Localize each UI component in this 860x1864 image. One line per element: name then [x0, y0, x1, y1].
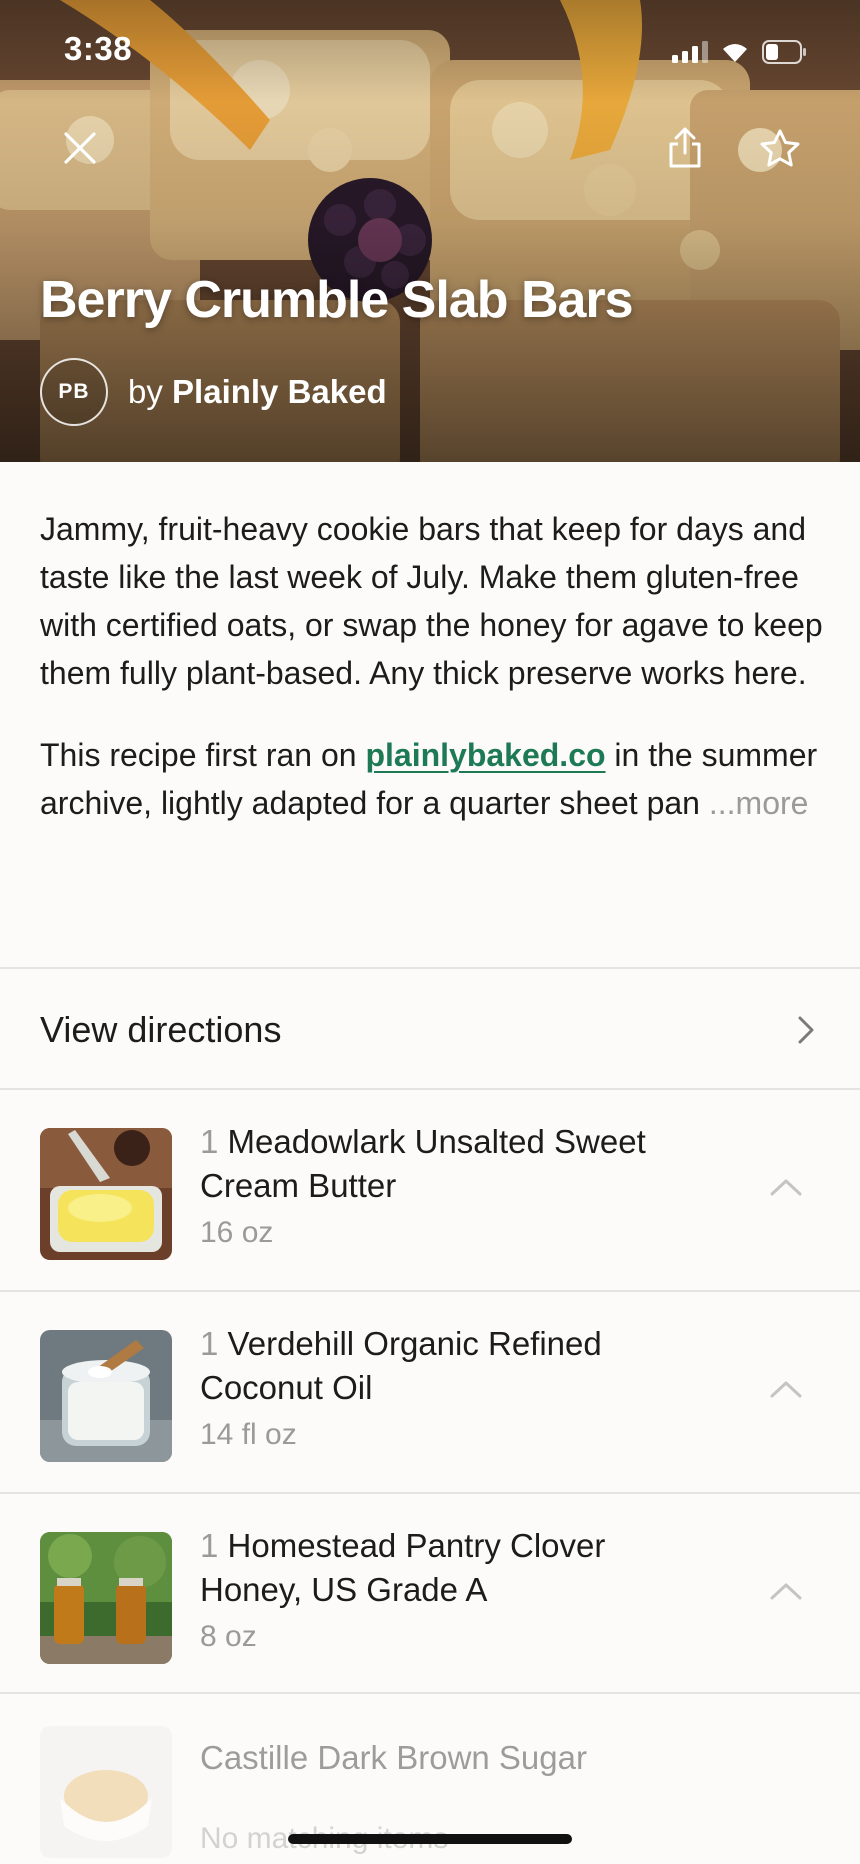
ingredient-size: 14 fl oz [200, 1418, 297, 1451]
cellular-signal-icon [672, 41, 708, 63]
ingredient-quantity: 1 [200, 1123, 219, 1160]
favorite-button[interactable] [750, 118, 810, 178]
ingredient-name: 1 Verdehill Organic Refined Coconut Oil [200, 1322, 700, 1410]
ingredient-name: 1 Homestead Pantry Clover Honey, US Grad… [200, 1524, 700, 1612]
close-button[interactable] [50, 118, 110, 178]
close-icon [64, 132, 96, 164]
chevron-up-icon[interactable] [768, 1372, 804, 1408]
view-directions-label: View directions [40, 1009, 282, 1050]
recipe-description: Jammy, fruit-heavy cookie bars that keep… [40, 505, 830, 827]
recipe-screen: 3:38 Berry Crumble Slab Bars PB by Plain… [0, 0, 860, 1864]
share-button[interactable] [655, 118, 715, 178]
chevron-up-icon[interactable] [768, 1574, 804, 1610]
ingredient-name: 1 Meadowlark Unsalted Sweet Cream Butter [200, 1120, 700, 1208]
butter-photo [40, 1128, 172, 1260]
author-row[interactable]: PB by Plainly Baked [40, 358, 387, 426]
status-time: 3:38 [64, 30, 133, 67]
recipe-hero: 3:38 Berry Crumble Slab Bars PB by Plain… [0, 0, 860, 462]
recipe-title: Berry Crumble Slab Bars [40, 271, 634, 329]
author-byline: by Plainly Baked [128, 373, 387, 411]
honey-jars-photo [40, 1532, 172, 1664]
ingredient-name: Castille Dark Brown Sugar [200, 1736, 700, 1780]
description-paragraph-1: Jammy, fruit-heavy cookie bars that keep… [40, 511, 823, 691]
chevron-right-icon [798, 1016, 814, 1044]
ingredient-name-text: Castille Dark Brown Sugar [200, 1739, 587, 1776]
ingredient-size: 16 oz [200, 1216, 274, 1249]
ingredient-quantity: 1 [200, 1527, 219, 1564]
coconut-oil-photo [40, 1330, 172, 1462]
ingredient-quantity: 1 [200, 1325, 219, 1362]
status-icons [672, 38, 808, 66]
author-avatar: PB [40, 358, 108, 426]
ingredient-item[interactable]: 1 Meadowlark Unsalted Sweet Cream Butter… [0, 1090, 860, 1290]
ingredient-name-text: Meadowlark Unsalted Sweet Cream Butter [200, 1123, 646, 1204]
ingredient-size: 8 oz [200, 1620, 257, 1653]
star-icon [760, 129, 800, 167]
ingredient-name-text: Verdehill Organic Refined Coconut Oil [200, 1325, 602, 1406]
view-directions-row[interactable]: View directions [0, 970, 860, 1090]
battery-icon [762, 40, 808, 64]
brown-sugar-photo [40, 1726, 172, 1858]
divider [0, 967, 860, 969]
wifi-icon [720, 41, 750, 63]
ingredient-item[interactable]: 1 Homestead Pantry Clover Honey, US Grad… [0, 1494, 860, 1694]
source-link[interactable]: plainlybaked.co [365, 737, 605, 773]
ingredient-item[interactable]: 1 Verdehill Organic Refined Coconut Oil … [0, 1292, 860, 1492]
share-icon [669, 127, 701, 168]
author-name[interactable]: Plainly Baked [172, 373, 387, 410]
author-prefix: by [128, 373, 163, 410]
ingredient-name-text: Homestead Pantry Clover Honey, US Grade … [200, 1527, 606, 1608]
description-paragraph-2: This recipe first ran on plainlybaked.co… [40, 731, 830, 827]
description-text-before-link: This recipe first ran on [40, 737, 366, 773]
chevron-up-icon[interactable] [768, 1170, 804, 1206]
home-indicator [288, 1834, 572, 1844]
more-link[interactable]: ...more [709, 785, 809, 821]
